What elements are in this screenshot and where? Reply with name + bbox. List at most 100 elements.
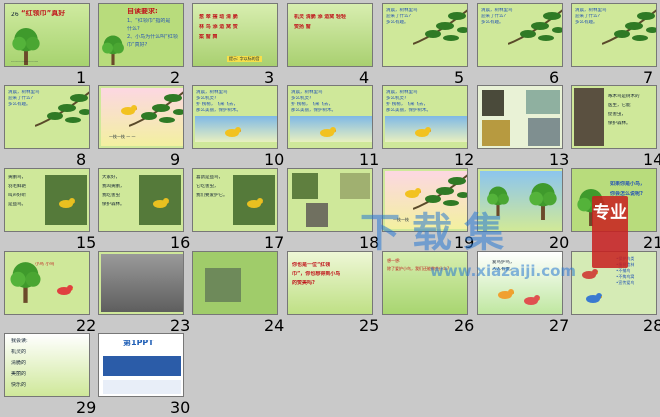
slide-text-line: 机灵 清脆 添 造窝 轻轻: [294, 14, 346, 20]
brand-logo: 第1PPT: [123, 340, 154, 346]
slide-sorter-grid: 26 “红领巾”真好 ------------------------- 自读要求: 1…: [0, 0, 660, 417]
bird-icon: [522, 292, 541, 311]
slide-text-line: 清脆的: [11, 360, 27, 366]
slide-text-line: 羽毛鲜艳: [8, 184, 26, 189]
slide-number: 26: [454, 316, 475, 335]
slide-number: 5: [454, 68, 465, 87]
slide-text-line: 人人有责。: [492, 267, 515, 272]
bird-photo: [528, 118, 560, 146]
slide-number: 8: [76, 150, 87, 169]
slide-thumbnail[interactable]: 清晨，树林里鸟 迎来了什么? 多么有趣。: [571, 3, 657, 67]
slide-thumbnail[interactable]: 爱鸟护鸟， 人人有责。: [477, 251, 563, 315]
slide-number: 19: [454, 233, 475, 252]
slide-thumbnail[interactable]: 想一想: 除了爱护小鸟，我们还能做些什么?: [382, 251, 468, 315]
slide-thumbnail[interactable]: 清晨，树林里鸟 迎来了什么? 多么有趣。: [477, 3, 563, 67]
slide-text-line: 保护森林。: [102, 202, 125, 207]
slide-number: 21: [643, 233, 660, 252]
slide-text-line: 你会怎么说呢?: [610, 191, 643, 197]
slide-thumbnail[interactable]: 一枝一枝 一 一: [98, 85, 184, 149]
slide-text-line: 如果你是小鸟，: [610, 181, 646, 187]
slide-number: 29: [76, 398, 97, 417]
bird-photo: [292, 173, 318, 199]
slide-thumbnail[interactable]: 一枝一枝: [382, 168, 468, 232]
bird-icon: [580, 266, 599, 285]
slide-number: 20: [549, 233, 570, 252]
slide-title-prefix: 26: [11, 12, 19, 18]
tree-icon: [101, 34, 125, 66]
slide-number: 12: [454, 150, 475, 169]
slide-thumbnail[interactable]: 葱 翠 摆 动 清 脆林 鸟 添 造 窝 赞案 窗 舞提示: 字以标的音: [192, 3, 278, 67]
bird-photo: [340, 173, 370, 199]
slide-number: 18: [359, 233, 380, 252]
brand-banner: [103, 356, 181, 376]
slide-text-line: 你也是一位“红领: [292, 262, 331, 268]
slide-number: 6: [549, 68, 560, 87]
slide-number: 22: [76, 316, 97, 335]
bird-icon: [151, 195, 170, 214]
bird-photo: [574, 88, 604, 146]
slide-thumbnail[interactable]: 清晨，树林里鸟 迎来了什么? 多么有趣。: [382, 3, 468, 67]
bird-icon: [413, 124, 432, 143]
slide-number: 3: [264, 68, 275, 87]
slide-thumbnail[interactable]: 如果你是小鸟， 你会怎么说呢?: [571, 168, 657, 232]
slide-text-line: 案 窗 舞: [199, 34, 218, 40]
slide-thumbnail[interactable]: 小鸟 小鸟: [4, 251, 90, 315]
slide-text-line: 1、“红领巾”指的是: [127, 18, 171, 24]
slide-thumbnail[interactable]: 第1PPT: [98, 333, 184, 397]
slide-text-line: 医生，它能: [608, 103, 631, 108]
slide-thumbnail[interactable]: 机灵 清脆 添 造窝 轻轻 赞扬 窗: [287, 3, 373, 67]
slide-text-line: 想一想:: [387, 258, 401, 263]
slide-text-line: 那么美丽，保护树木。: [386, 108, 431, 113]
slide-text-line: 喜鹊是益鸟，: [196, 175, 223, 180]
slide-thumbnail[interactable]: •保护鸟类 •植树造林 •不捕鸟 •不掏鸟窝 •宣传爱鸟: [571, 251, 657, 315]
slide-thumbnail[interactable]: 清晨，树林里鸟 多么机灵? 扑 楞楞，飞来飞去， 那么美丽，保护树木。: [192, 85, 278, 149]
slide-thumbnail[interactable]: [287, 168, 373, 232]
bird-icon: [245, 195, 264, 214]
tree-icon: [576, 187, 606, 230]
slide-text-line: 快乐的: [11, 382, 27, 388]
bird-icon: [55, 282, 74, 301]
branch-image: [34, 86, 89, 148]
slide-text-line: 我吃害虫: [102, 193, 120, 198]
slide-text-line: 美丽的: [11, 371, 27, 377]
brand-banner: [103, 380, 181, 394]
slide-thumbnail[interactable]: 自读要求: 1、“红领巾”指的是 什么? 2、小鸟为什么叫“红领 巾”真好?: [98, 3, 184, 67]
slide-text-line: 除了爱护小鸟，我们还能做些什么?: [387, 266, 450, 271]
slide-text-line: 那么美丽，保护树木。: [291, 108, 336, 113]
slide-number: 13: [549, 150, 570, 169]
slide-text-line: 我们要爱护它。: [196, 193, 228, 198]
slide-text-line: 什么?: [127, 26, 140, 32]
slide-thumbnail[interactable]: 26 “红领巾”真好 -------------------------: [4, 3, 90, 67]
slide-thumbnail[interactable]: 清晨，树林里鸟 多么机灵? 扑 楞楞，飞来飞去， 那么美丽，保护树木。: [287, 85, 373, 149]
slide-text-line: 大家好，: [102, 175, 120, 180]
branch-image: [128, 86, 183, 148]
slide-thumbnail[interactable]: 大家好， 我叫黄鹂， 我吃害虫 保护森林。: [98, 168, 184, 232]
slide-text-line: 黄鹂鸟，: [8, 175, 26, 180]
slide-text-line: 捉害虫，: [608, 112, 626, 117]
slide-thumbnail[interactable]: 清晨，树林里鸟 迎来了什么? 多么有趣。: [4, 85, 90, 149]
slide-text-line: 巾”真好?: [127, 42, 148, 48]
slide-number: 11: [359, 150, 380, 169]
tree-icon: [528, 181, 558, 224]
slide-text-line: 是益鸟。: [8, 202, 26, 207]
slide-thumbnail[interactable]: [477, 168, 563, 232]
slide-thumbnail[interactable]: [98, 251, 184, 315]
slide-number: 7: [643, 68, 654, 87]
slide-thumbnail[interactable]: [477, 85, 563, 149]
slide-number: 24: [264, 316, 285, 335]
slide-thumbnail[interactable]: 你也是一位“红领 巾”，你也想得到小鸟 的赞美吗?: [287, 251, 373, 315]
slide-text-line: 2、小鸟为什么叫“红领: [127, 34, 178, 40]
bird-icon: [223, 124, 242, 143]
slide-thumbnail[interactable]: 喜鹊是益鸟， 它吃害虫， 我们要爱护它。: [192, 168, 278, 232]
slide-thumbnail[interactable]: 黄鹂鸟， 羽毛鲜艳叫声好听是益鸟。: [4, 168, 90, 232]
slide-thumbnail[interactable]: 啄木鸟是树木的 医生，它能 捉害虫， 保护森林。: [571, 85, 657, 149]
slide-text-line: 它吃害虫，: [196, 184, 219, 189]
slide-text-line: 叫声好听: [8, 193, 26, 198]
slide-thumbnail[interactable]: 清晨，树林里鸟 多么机灵? 扑 楞楞，飞来飞去， 那么美丽，保护树木。: [382, 85, 468, 149]
bird-icon: [496, 286, 515, 305]
slide-text-line: 赞扬 窗: [294, 24, 311, 30]
slide-thumbnail[interactable]: [192, 251, 278, 315]
photo-image: [205, 268, 241, 302]
branch-image: [507, 4, 562, 66]
slide-thumbnail[interactable]: 我会读: 机灵的 清脆的 美丽的 快乐的: [4, 333, 90, 397]
